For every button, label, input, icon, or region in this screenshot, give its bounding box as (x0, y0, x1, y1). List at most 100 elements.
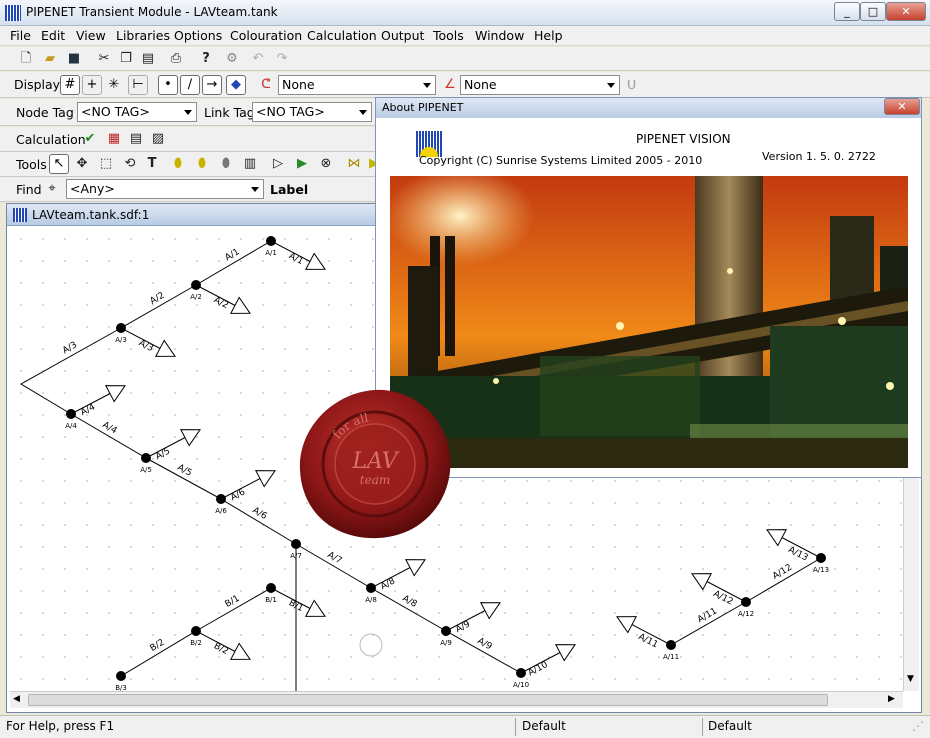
check-icon[interactable]: ✔ (82, 131, 98, 147)
menu-tools[interactable]: Tools (433, 28, 464, 43)
resize-grip-icon[interactable]: ⋰ (912, 719, 924, 733)
pipe-link[interactable] (295, 543, 372, 589)
paste-icon[interactable]: ▤ (140, 51, 156, 67)
network-node[interactable] (366, 583, 376, 593)
network-node[interactable] (191, 626, 201, 636)
network-node[interactable] (141, 453, 151, 463)
outlet-arrow[interactable] (554, 644, 576, 662)
maximize-button[interactable]: □ (860, 2, 886, 21)
pipe-type-icon[interactable]: ⬮ (194, 156, 210, 172)
link-display-icon[interactable]: ∕ (180, 75, 200, 95)
fan-tool-icon[interactable]: ⊗ (318, 156, 334, 172)
cursor-marker[interactable] (359, 633, 383, 657)
pipe-link[interactable] (70, 413, 147, 459)
grid-icon[interactable]: # (60, 75, 80, 95)
help-icon[interactable]: ? (198, 51, 214, 67)
pipe-link[interactable] (120, 630, 197, 677)
outlet-arrow[interactable] (254, 470, 276, 488)
outlet-arrow[interactable] (179, 429, 201, 447)
outlet-arrow[interactable] (304, 599, 326, 617)
flow-icon[interactable]: ◆ (226, 75, 246, 95)
outlet-arrow[interactable] (404, 559, 426, 577)
outlet-arrow[interactable] (104, 385, 126, 403)
horizontal-scrollbar[interactable]: ◀ ▶ (10, 691, 903, 708)
scroll-right-icon[interactable]: ▶ (888, 694, 895, 704)
menu-window[interactable]: Window (475, 28, 524, 43)
network-node[interactable] (116, 323, 126, 333)
outlet-arrow[interactable] (229, 642, 251, 660)
context-help-icon[interactable]: ⚙ (224, 51, 240, 67)
save-icon[interactable]: ■ (66, 51, 82, 67)
outlet-arrow[interactable] (304, 252, 326, 270)
direction-icon[interactable]: → (202, 75, 222, 95)
network-node[interactable] (441, 626, 451, 636)
outlet-arrow[interactable] (616, 616, 638, 634)
menu-help[interactable]: Help (534, 28, 563, 43)
find-combo[interactable]: <Any> (66, 179, 264, 199)
valve-tool-icon[interactable]: ▥ (242, 156, 258, 172)
pump-tool-icon[interactable]: ▷ (270, 156, 286, 172)
rotate-icon[interactable]: ⟲ (122, 156, 138, 172)
snap-icon[interactable]: ✳ (104, 75, 124, 95)
outlet-arrow[interactable] (479, 602, 501, 620)
ruler-icon[interactable]: ⊢ (128, 75, 148, 95)
node-colouration-combo[interactable]: None (278, 75, 436, 95)
outlet-arrow[interactable] (766, 529, 788, 547)
move-icon[interactable]: ✥ (74, 156, 90, 172)
network-node[interactable] (516, 668, 526, 678)
duct-tool-icon[interactable]: ⬮ (218, 156, 234, 172)
graph-report-icon[interactable]: ▨ (150, 131, 166, 147)
new-file-icon[interactable]: 🗋 (18, 51, 34, 67)
select-pointer-icon[interactable]: ↖ (49, 154, 69, 174)
network-node[interactable] (66, 409, 76, 419)
network-node[interactable] (816, 553, 826, 563)
crosshair-icon[interactable]: + (82, 75, 102, 95)
link-colour-icon[interactable]: ∠ (442, 77, 458, 93)
report-icon[interactable]: ▤ (128, 131, 144, 147)
close-button[interactable]: ✕ (886, 2, 926, 21)
pipe-tool-icon[interactable]: ⬮ (170, 156, 186, 172)
text-tool-icon[interactable]: T (144, 156, 160, 172)
redo-icon[interactable]: ↷ (274, 51, 290, 67)
cut-icon[interactable]: ✂ (96, 51, 112, 67)
scroll-left-icon[interactable]: ◀ (13, 694, 20, 704)
network-node[interactable] (266, 236, 276, 246)
units-label[interactable]: U (627, 77, 636, 92)
link-tag-combo[interactable]: <NO TAG> (252, 102, 372, 122)
menu-calculation[interactable]: Calculation (307, 28, 377, 43)
outlet-arrow[interactable] (154, 339, 176, 357)
copy-icon[interactable]: ❐ (118, 51, 134, 67)
binoculars-icon[interactable]: ⌖ (44, 181, 60, 197)
pipe-link[interactable] (220, 498, 297, 545)
outlet-arrow[interactable] (691, 573, 713, 591)
about-close-button[interactable]: ✕ (884, 98, 920, 115)
menu-options[interactable]: Options (174, 28, 222, 43)
network-node[interactable] (116, 671, 126, 681)
pipe-link[interactable] (195, 240, 272, 286)
menu-output[interactable]: Output (381, 28, 424, 43)
menu-view[interactable]: View (76, 28, 106, 43)
network-node[interactable] (666, 640, 676, 650)
scroll-thumb[interactable] (28, 694, 828, 706)
menu-libraries[interactable]: Libraries (116, 28, 170, 43)
outlet-arrow[interactable] (229, 296, 251, 314)
undo-icon[interactable]: ↶ (250, 51, 266, 67)
menu-edit[interactable]: Edit (41, 28, 65, 43)
network-node[interactable] (741, 597, 751, 607)
node-colour-icon[interactable]: ᕦ (258, 77, 274, 93)
node-tag-combo[interactable]: <NO TAG> (77, 102, 197, 122)
rectangle-select-icon[interactable]: ⬚ (98, 156, 114, 172)
fitting-tool-icon[interactable]: ⋈ (346, 156, 362, 172)
minimize-button[interactable]: _ (834, 2, 860, 21)
menu-colouration[interactable]: Colouration (230, 28, 302, 43)
link-colouration-combo[interactable]: None (460, 75, 620, 95)
network-node[interactable] (191, 280, 201, 290)
open-folder-icon[interactable]: ▰ (42, 51, 58, 67)
calculate-icon[interactable]: ▦ (106, 131, 122, 147)
play-tool-icon[interactable]: ▶ (294, 156, 310, 172)
menu-file[interactable]: File (10, 28, 31, 43)
network-node[interactable] (216, 494, 226, 504)
node-display-icon[interactable]: • (158, 75, 178, 95)
print-icon[interactable]: ⎙ (168, 51, 184, 67)
scroll-down-icon[interactable]: ▼ (907, 674, 914, 684)
